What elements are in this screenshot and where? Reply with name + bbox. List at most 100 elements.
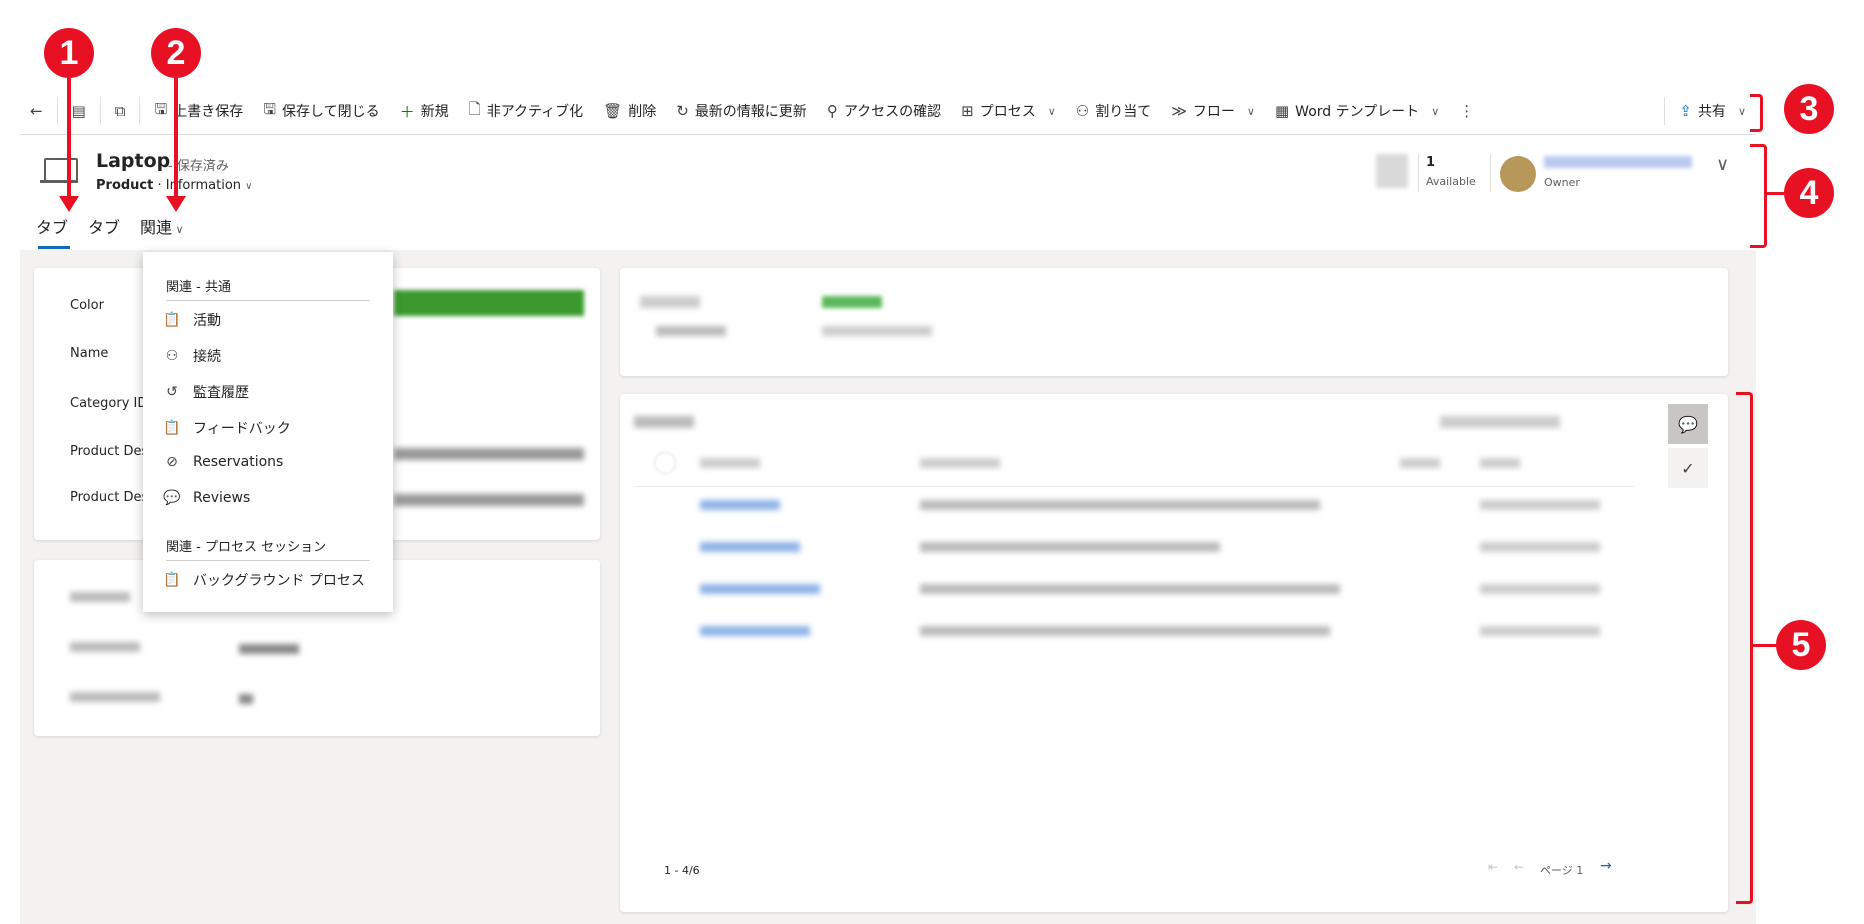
field-label-name: Name [70,346,109,361]
command-bar: ← ▤ ⧉ 🖫 上書き保存 🖫 保存して閉じる ＋ 新規 🗋 非アクティブ化 🗑 削除 ↻… [20,88,1756,134]
product-entity-icon-base [40,180,78,183]
blurred-label [640,296,700,308]
reviews-subgrid-card: 1 - 4/6 ⇤ ← ページ 1 → [620,394,1728,912]
related-dropdown-menu: 関連 - 共通 📋 活動 ⚇ 接続 ↺ 監査履歴 📋 フィードバック ⊘ Reservat… [143,252,393,612]
review-link-blurred[interactable] [700,542,800,552]
header-expand-chevron-icon[interactable]: ∨ [1716,154,1729,175]
share-label: 共有 [1697,104,1726,120]
tab-related[interactable]: 関連 ∨ [140,214,184,238]
blurred-value [239,644,299,654]
clipboard-icon: 📋 [163,572,181,588]
more-commands-button[interactable]: ⋮ [1449,88,1484,134]
tab-related-label: 関連 [140,218,173,237]
menu-item-label: フィードバック [193,421,291,437]
comment-panel-icon[interactable]: 💬 [1668,404,1708,444]
review-link-blurred[interactable] [700,584,820,594]
process-label: プロセス [979,104,1036,120]
save-label: 上書き保存 [173,104,244,120]
save-close-label: 保存して閉じる [282,104,380,120]
review-comment-blurred [920,626,1330,636]
chevron-down-icon: ∨ [1737,104,1746,118]
blurred-value [239,694,253,704]
menu-item-audit-history[interactable]: ↺ 監査履歴 [163,382,249,402]
new-button[interactable]: ＋ 新規 [390,88,459,134]
field-label-product-description-2: Product Des [70,490,149,505]
assign-button[interactable]: ⚇ 割り当て [1066,88,1161,134]
refresh-button[interactable]: ↻ 最新の情報に更新 [666,88,817,134]
menu-item-label: 活動 [193,313,221,329]
rating-card [620,268,1728,376]
word-template-button[interactable]: ▦ Word テンプレート ∨ [1265,88,1449,134]
owner-name-link[interactable] [1544,156,1692,168]
save-button[interactable]: 🖫 上書き保存 [144,88,253,134]
share-button[interactable]: ⇪ 共有 ∨ [1669,88,1756,134]
delete-button[interactable]: 🗑 削除 [593,88,666,134]
record-range: 1 - 4/6 [664,864,700,877]
feedback-icon: 📋 [163,420,181,436]
column-header-blurred[interactable] [1400,458,1440,468]
deactivate-button[interactable]: 🗋 非アクティブ化 [459,88,594,134]
column-header-blurred[interactable] [1480,458,1520,468]
chevron-down-icon: ∨ [1047,104,1056,118]
select-all-checkbox[interactable] [654,452,676,474]
menu-item-label: Reviews [193,490,251,506]
review-date-blurred [1480,584,1600,594]
entity-name: Product [96,178,154,193]
subgrid-view-selector-blurred[interactable] [1440,416,1560,428]
chevron-down-icon: ∨ [172,223,184,236]
toolbar-divider [20,134,1756,135]
menu-item-reviews[interactable]: 💬 Reviews [163,490,250,506]
process-icon: ⊞ [961,102,974,120]
column-header-blurred[interactable] [920,458,1000,468]
people-icon: ⚇ [165,348,179,364]
annotation-bracket-3 [1750,94,1763,132]
word-template-label: Word テンプレート [1295,104,1420,120]
back-arrow-icon: ← [30,102,43,120]
previous-page-icon[interactable]: ← [1514,860,1524,874]
flow-label: フロー [1192,104,1235,120]
open-new-window-button[interactable]: ⧉ [105,88,136,134]
save-close-button[interactable]: 🖫 保存して閉じる [253,88,389,134]
tab-1[interactable]: タブ [36,214,68,238]
back-button[interactable]: ← [20,88,53,134]
next-page-icon[interactable]: → [1600,858,1612,874]
annotation-badge-2: 2 [151,28,201,78]
menu-item-label: Reservations [193,454,284,470]
header-field-blurred [1376,154,1408,188]
blurred-label [70,592,130,602]
annotation-connector-5 [1750,644,1776,647]
chevron-down-icon: ∨ [245,181,253,192]
review-date-blurred [1480,542,1600,552]
clipboard-icon: 📋 [163,312,181,328]
menu-item-activities[interactable]: 📋 活動 [163,310,221,330]
field-label-product-description: Product Des [70,444,149,459]
tab-2[interactable]: タブ [88,214,120,238]
available-value: 1 [1426,155,1436,170]
menu-item-background-process[interactable]: 📋 バックグラウンド プロセス [163,570,365,590]
first-page-icon[interactable]: ⇤ [1488,860,1498,874]
popout-icon: ⧉ [114,102,126,120]
chevron-down-icon: ∨ [1246,104,1255,118]
flow-button[interactable]: ≫ フロー ∨ [1161,88,1265,134]
blurred-value [822,326,932,336]
menu-item-reservations[interactable]: ⊘ Reservations [163,454,283,470]
check-access-button[interactable]: ⚲ アクセスの確認 [817,88,951,134]
check-circle-panel-icon[interactable]: ✓ [1668,448,1708,488]
review-link-blurred[interactable] [700,500,780,510]
column-header-blurred[interactable] [700,458,760,468]
menu-item-label: バックグラウンド プロセス [193,573,365,589]
divider [56,97,58,125]
field-label-color: Color [70,298,104,313]
color-value-blurred [394,290,584,316]
review-link-blurred[interactable] [700,626,810,636]
key-icon: ⚲ [826,102,838,120]
menu-item-connections[interactable]: ⚇ 接続 [163,346,221,366]
annotation-connector-4 [1764,192,1784,195]
active-tab-indicator [38,246,70,249]
deactivate-label: 非アクティブ化 [486,104,584,120]
annotation-badge-4: 4 [1784,168,1834,218]
menu-item-feedback[interactable]: 📋 フィードバック [163,418,291,438]
rating-stars-blurred [822,296,882,308]
process-button[interactable]: ⊞ プロセス ∨ [951,88,1066,134]
description2-value-blurred [394,494,584,506]
